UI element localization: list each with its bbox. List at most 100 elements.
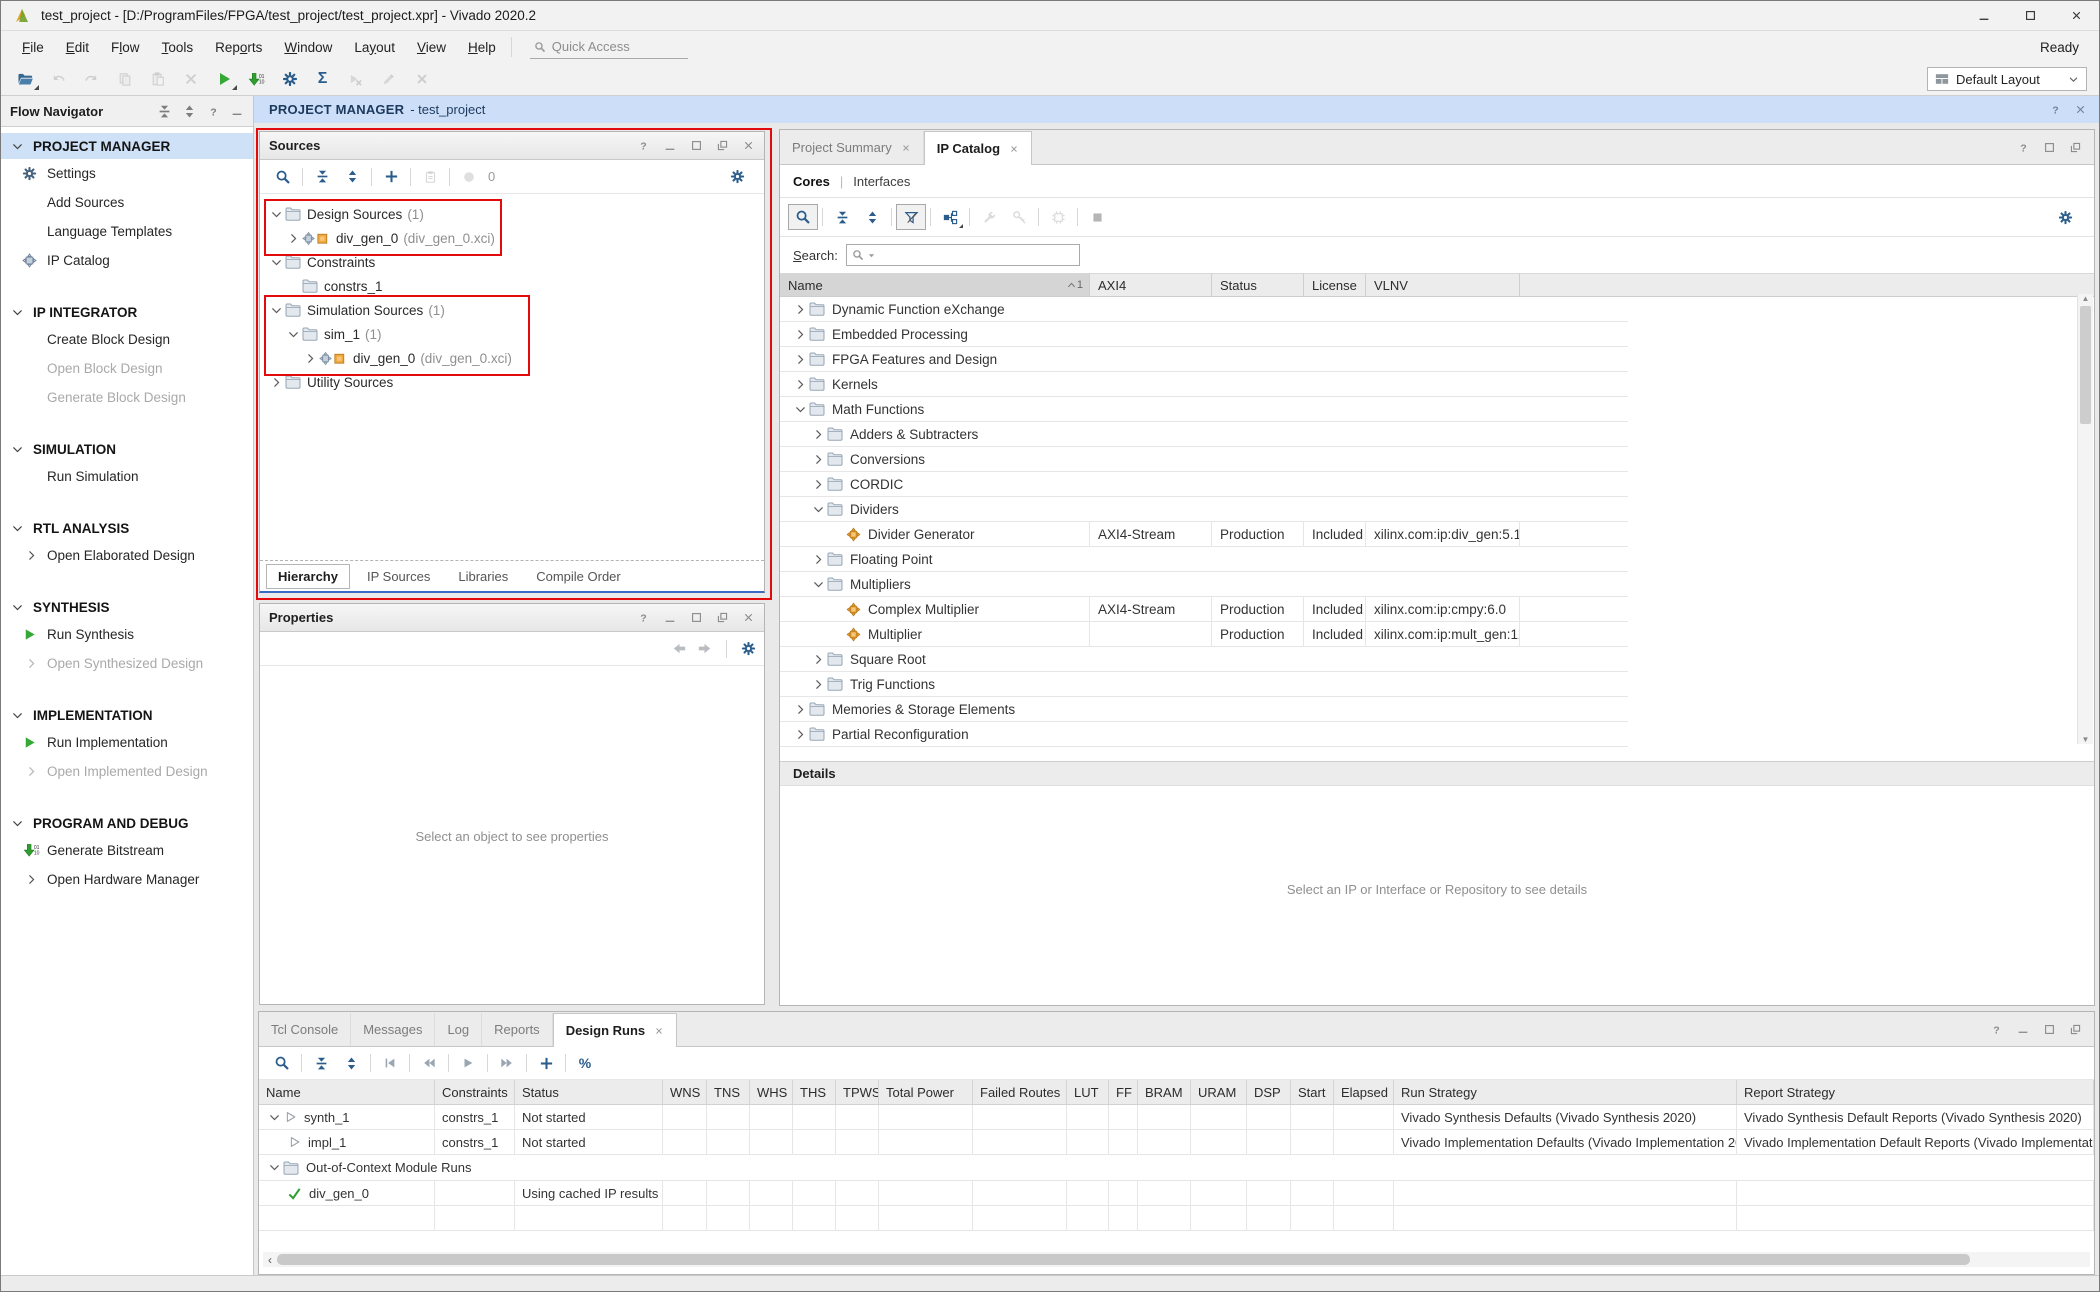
- run-group-out-of-context-module-runs[interactable]: Out-of-Context Module Runs: [259, 1155, 2094, 1181]
- flow-item-language-templates[interactable]: Language Templates: [1, 217, 253, 246]
- expander-down-icon[interactable]: [268, 256, 285, 269]
- category-row-dividers[interactable]: Dividers: [780, 497, 1628, 522]
- window-maximize-button[interactable]: [2007, 1, 2053, 30]
- sources-float-icon[interactable]: [716, 139, 729, 153]
- expander-right-icon[interactable]: [285, 232, 302, 245]
- column-header-report-strategy[interactable]: Report Strategy: [1737, 1080, 2094, 1104]
- expander-right-icon[interactable]: [792, 303, 809, 316]
- column-header-ff[interactable]: FF: [1109, 1080, 1138, 1104]
- scrollbar-thumb[interactable]: [277, 1254, 1970, 1265]
- column-header-constraints[interactable]: Constraints: [435, 1080, 515, 1104]
- column-header-tns[interactable]: TNS: [707, 1080, 750, 1104]
- flow-item-ip-catalog[interactable]: IP Catalog: [1, 246, 253, 275]
- flow-section-header-implementation[interactable]: IMPLEMENTATION: [1, 702, 253, 728]
- expander-down-icon[interactable]: [810, 578, 827, 591]
- properties-close-icon[interactable]: [742, 611, 755, 625]
- tab-ip-sources[interactable]: IP Sources: [356, 565, 441, 588]
- category-row-dynamic-function-exchange[interactable]: Dynamic Function eXchange: [780, 297, 1628, 322]
- view-cores[interactable]: Cores: [793, 174, 830, 189]
- open-folder-dropdown-caret[interactable]: [34, 85, 39, 90]
- expander-right-icon[interactable]: [268, 376, 285, 389]
- category-row-trig-functions[interactable]: Trig Functions: [780, 672, 1628, 697]
- close-icon[interactable]: [1009, 144, 1019, 154]
- runs-minimize-icon[interactable]: [2016, 1022, 2030, 1036]
- column-header-failed-routes[interactable]: Failed Routes: [973, 1080, 1067, 1104]
- category-row-conversions[interactable]: Conversions: [780, 447, 1628, 472]
- column-header-total-power[interactable]: Total Power: [879, 1080, 973, 1104]
- tab-reports[interactable]: Reports: [482, 1013, 553, 1046]
- expander-right-icon[interactable]: [810, 553, 827, 566]
- column-header-run-strategy[interactable]: Run Strategy: [1394, 1080, 1737, 1104]
- tab-hierarchy[interactable]: Hierarchy: [266, 564, 350, 589]
- tab-compile-order[interactable]: Compile Order: [525, 565, 632, 588]
- expander-right-icon[interactable]: [302, 352, 319, 365]
- column-header-name[interactable]: Name1: [780, 274, 1090, 296]
- expander-down-icon[interactable]: [265, 1111, 283, 1124]
- run-play-dropdown-caret[interactable]: [232, 85, 237, 90]
- sources-minimize-icon[interactable]: [663, 139, 677, 153]
- expander-right-icon[interactable]: [810, 428, 827, 441]
- flow-section-header-program-and-debug[interactable]: PROGRAM AND DEBUG: [1, 810, 253, 836]
- ip-row-complex-multiplier[interactable]: Complex MultiplierAXI4-StreamProductionI…: [780, 597, 1628, 622]
- expand-all-button[interactable]: [857, 204, 887, 230]
- percent-button[interactable]: %: [570, 1050, 600, 1076]
- flow-section-header-project-manager[interactable]: PROJECT MANAGER: [1, 133, 253, 159]
- view-interfaces[interactable]: Interfaces: [853, 174, 910, 189]
- banner-help-icon[interactable]: ?: [2049, 103, 2062, 116]
- category-row-math-functions[interactable]: Math Functions: [780, 397, 1628, 422]
- expander-right-icon[interactable]: [810, 453, 827, 466]
- flow-section-header-ip-integrator[interactable]: IP INTEGRATOR: [1, 299, 253, 325]
- flow-item-open-elaborated-design[interactable]: Open Elaborated Design: [1, 541, 253, 570]
- source-tree-item-Design Sources[interactable]: Design Sources(1): [260, 202, 764, 226]
- search-button[interactable]: [267, 1050, 297, 1076]
- tab-design-runs[interactable]: Design Runs: [553, 1013, 677, 1047]
- search-button[interactable]: [268, 164, 298, 190]
- expander-down-icon[interactable]: [265, 1161, 283, 1174]
- flow-navigator-collapse-all-icon[interactable]: [157, 104, 172, 119]
- flow-navigator-help-icon[interactable]: ?: [207, 104, 220, 119]
- flow-section-header-synthesis[interactable]: SYNTHESIS: [1, 594, 253, 620]
- flow-item-open-hardware-manager[interactable]: Open Hardware Manager: [1, 865, 253, 894]
- category-row-floating-point[interactable]: Floating Point: [780, 547, 1628, 572]
- column-header-bram[interactable]: BRAM: [1138, 1080, 1191, 1104]
- gear-button[interactable]: [2050, 204, 2080, 230]
- flow-item-create-block-design[interactable]: Create Block Design: [1, 325, 253, 354]
- menu-view[interactable]: View: [406, 36, 457, 59]
- gear-icon[interactable]: [741, 641, 756, 656]
- window-minimize-button[interactable]: [1961, 1, 2007, 30]
- category-row-adders-&-subtracters[interactable]: Adders & Subtracters: [780, 422, 1628, 447]
- ip-catalog-search-input[interactable]: [846, 244, 1080, 266]
- properties-help-icon[interactable]: ?: [637, 611, 650, 625]
- sources-help-icon[interactable]: ?: [637, 139, 650, 153]
- column-header-vlnv[interactable]: VLNV: [1366, 274, 1520, 296]
- horizontal-scrollbar[interactable]: ‹: [263, 1252, 2090, 1267]
- tab-tcl-console[interactable]: Tcl Console: [259, 1013, 351, 1046]
- flow-section-header-simulation[interactable]: SIMULATION: [1, 436, 253, 462]
- close-icon[interactable]: [654, 1026, 664, 1036]
- source-tree-item-div_gen_0[interactable]: div_gen_0(div_gen_0.xci): [260, 226, 764, 250]
- run-row-synth_1[interactable]: synth_1constrs_1Not startedVivado Synthe…: [259, 1105, 2094, 1130]
- flow-section-header-rtl-analysis[interactable]: RTL ANALYSIS: [1, 515, 253, 541]
- category-row-fpga-features-and-design[interactable]: FPGA Features and Design: [780, 347, 1628, 372]
- hierarchy-dropdown-caret[interactable]: [959, 224, 963, 228]
- expander-right-icon[interactable]: [792, 328, 809, 341]
- add-button[interactable]: [531, 1050, 561, 1076]
- column-header-dsp[interactable]: DSP: [1247, 1080, 1291, 1104]
- category-row-partial-reconfiguration[interactable]: Partial Reconfiguration: [780, 722, 1628, 747]
- expander-down-icon[interactable]: [268, 208, 285, 221]
- flow-item-add-sources[interactable]: Add Sources: [1, 188, 253, 217]
- tab-messages[interactable]: Messages: [351, 1013, 435, 1046]
- source-tree-item-Constraints[interactable]: Constraints: [260, 250, 764, 274]
- close-icon[interactable]: [901, 143, 911, 153]
- expander-right-icon[interactable]: [810, 653, 827, 666]
- settings-gear-button[interactable]: [273, 66, 306, 92]
- workspace-help-icon[interactable]: ?: [2017, 141, 2030, 154]
- arrow-left-icon[interactable]: [672, 641, 687, 656]
- expander-right-icon[interactable]: [792, 353, 809, 366]
- tab-ip-catalog[interactable]: IP Catalog: [924, 131, 1032, 165]
- column-header-uram[interactable]: URAM: [1191, 1080, 1247, 1104]
- quick-access-input[interactable]: Quick Access: [530, 36, 688, 59]
- vertical-scrollbar[interactable]: ▲ ▼: [2077, 294, 2093, 744]
- menu-reports[interactable]: Reports: [204, 36, 273, 59]
- expander-down-icon[interactable]: [810, 503, 827, 516]
